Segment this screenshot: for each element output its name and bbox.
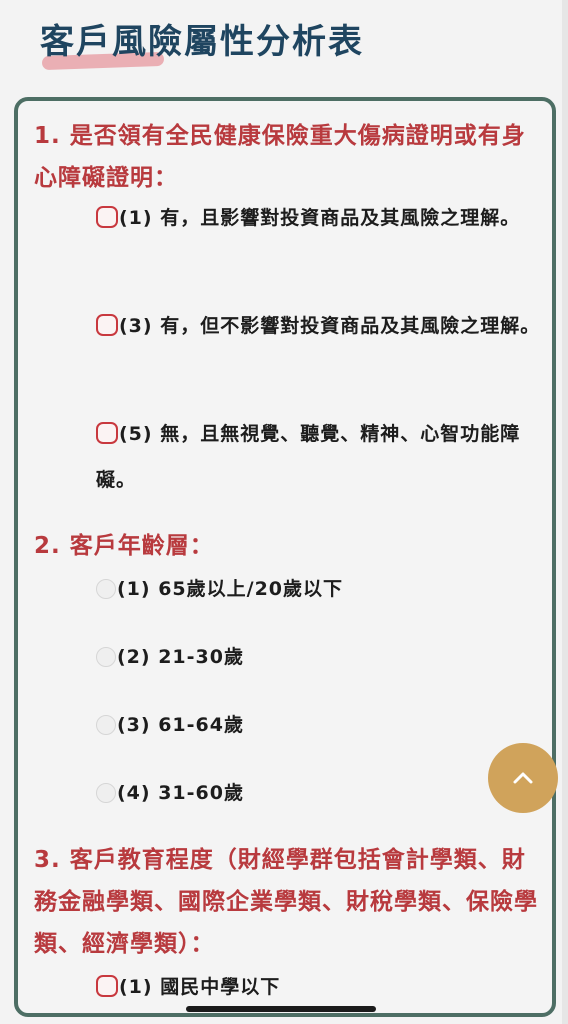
question-1-option-1[interactable]: (1) 有，且影響對投資商品及其風險之理解。 (96, 195, 541, 241)
scroll-to-top-button[interactable] (488, 743, 558, 813)
question-2-label: 2. 客戶年齡層： (34, 533, 214, 559)
question-2-option-1[interactable]: (1) 65歲以上/20歲以下 (96, 566, 541, 612)
page-header: 客戶風險屬性分析表 (40, 18, 364, 71)
question-1-option-3[interactable]: (3) 有，但不影響對投資商品及其風險之理解。 (96, 303, 541, 349)
radio-button-icon[interactable] (96, 647, 116, 667)
radio-button-icon[interactable] (96, 579, 116, 599)
question-2-option-4[interactable]: (4) 31-60歲 (96, 770, 541, 816)
chevron-up-icon (513, 772, 533, 784)
option-label: (5) 無，且無視覺、聽覺、精神、心智功能障礙。 (96, 423, 521, 491)
option-label: (2) 21-30歲 (117, 646, 244, 668)
radio-button-icon[interactable] (96, 975, 118, 997)
option-label: (3) 有，但不影響對投資商品及其風險之理解。 (119, 315, 541, 337)
questionnaire-card: 1. 是否領有全民健康保險重大傷病證明或有身心障礙證明： (1) 有，且影響對投… (14, 97, 556, 1017)
question-2-option-3[interactable]: (3) 61-64歲 (96, 702, 541, 748)
radio-button-icon[interactable] (96, 783, 116, 803)
option-label: (1) 國民中學以下 (119, 976, 281, 998)
page-scrollbar[interactable] (562, 0, 568, 1024)
radio-button-icon[interactable] (96, 206, 118, 228)
question-3-label: 3. 客戶教育程度（財經學群包括會計學類、財務金融學類、國際企業學類、財稅學類、… (34, 847, 538, 957)
page-title: 客戶風險屬性分析表 (40, 22, 364, 62)
radio-button-icon[interactable] (96, 314, 118, 336)
question-1-label: 1. 是否領有全民健康保險重大傷病證明或有身心障礙證明： (34, 123, 526, 191)
option-label: (3) 61-64歲 (117, 714, 244, 736)
option-label: (1) 有，且影響對投資商品及其風險之理解。 (119, 207, 521, 229)
question-1-option-5[interactable]: (5) 無，且無視覺、聽覺、精神、心智功能障礙。 (96, 411, 541, 503)
option-label: (4) 31-60歲 (117, 782, 244, 804)
radio-button-icon[interactable] (96, 715, 116, 735)
radio-button-icon[interactable] (96, 422, 118, 444)
question-2-option-2[interactable]: (2) 21-30歲 (96, 634, 541, 680)
option-label: (1) 65歲以上/20歲以下 (117, 578, 344, 600)
question-3-option-1[interactable]: (1) 國民中學以下 (96, 964, 541, 1010)
home-indicator (186, 1006, 376, 1012)
